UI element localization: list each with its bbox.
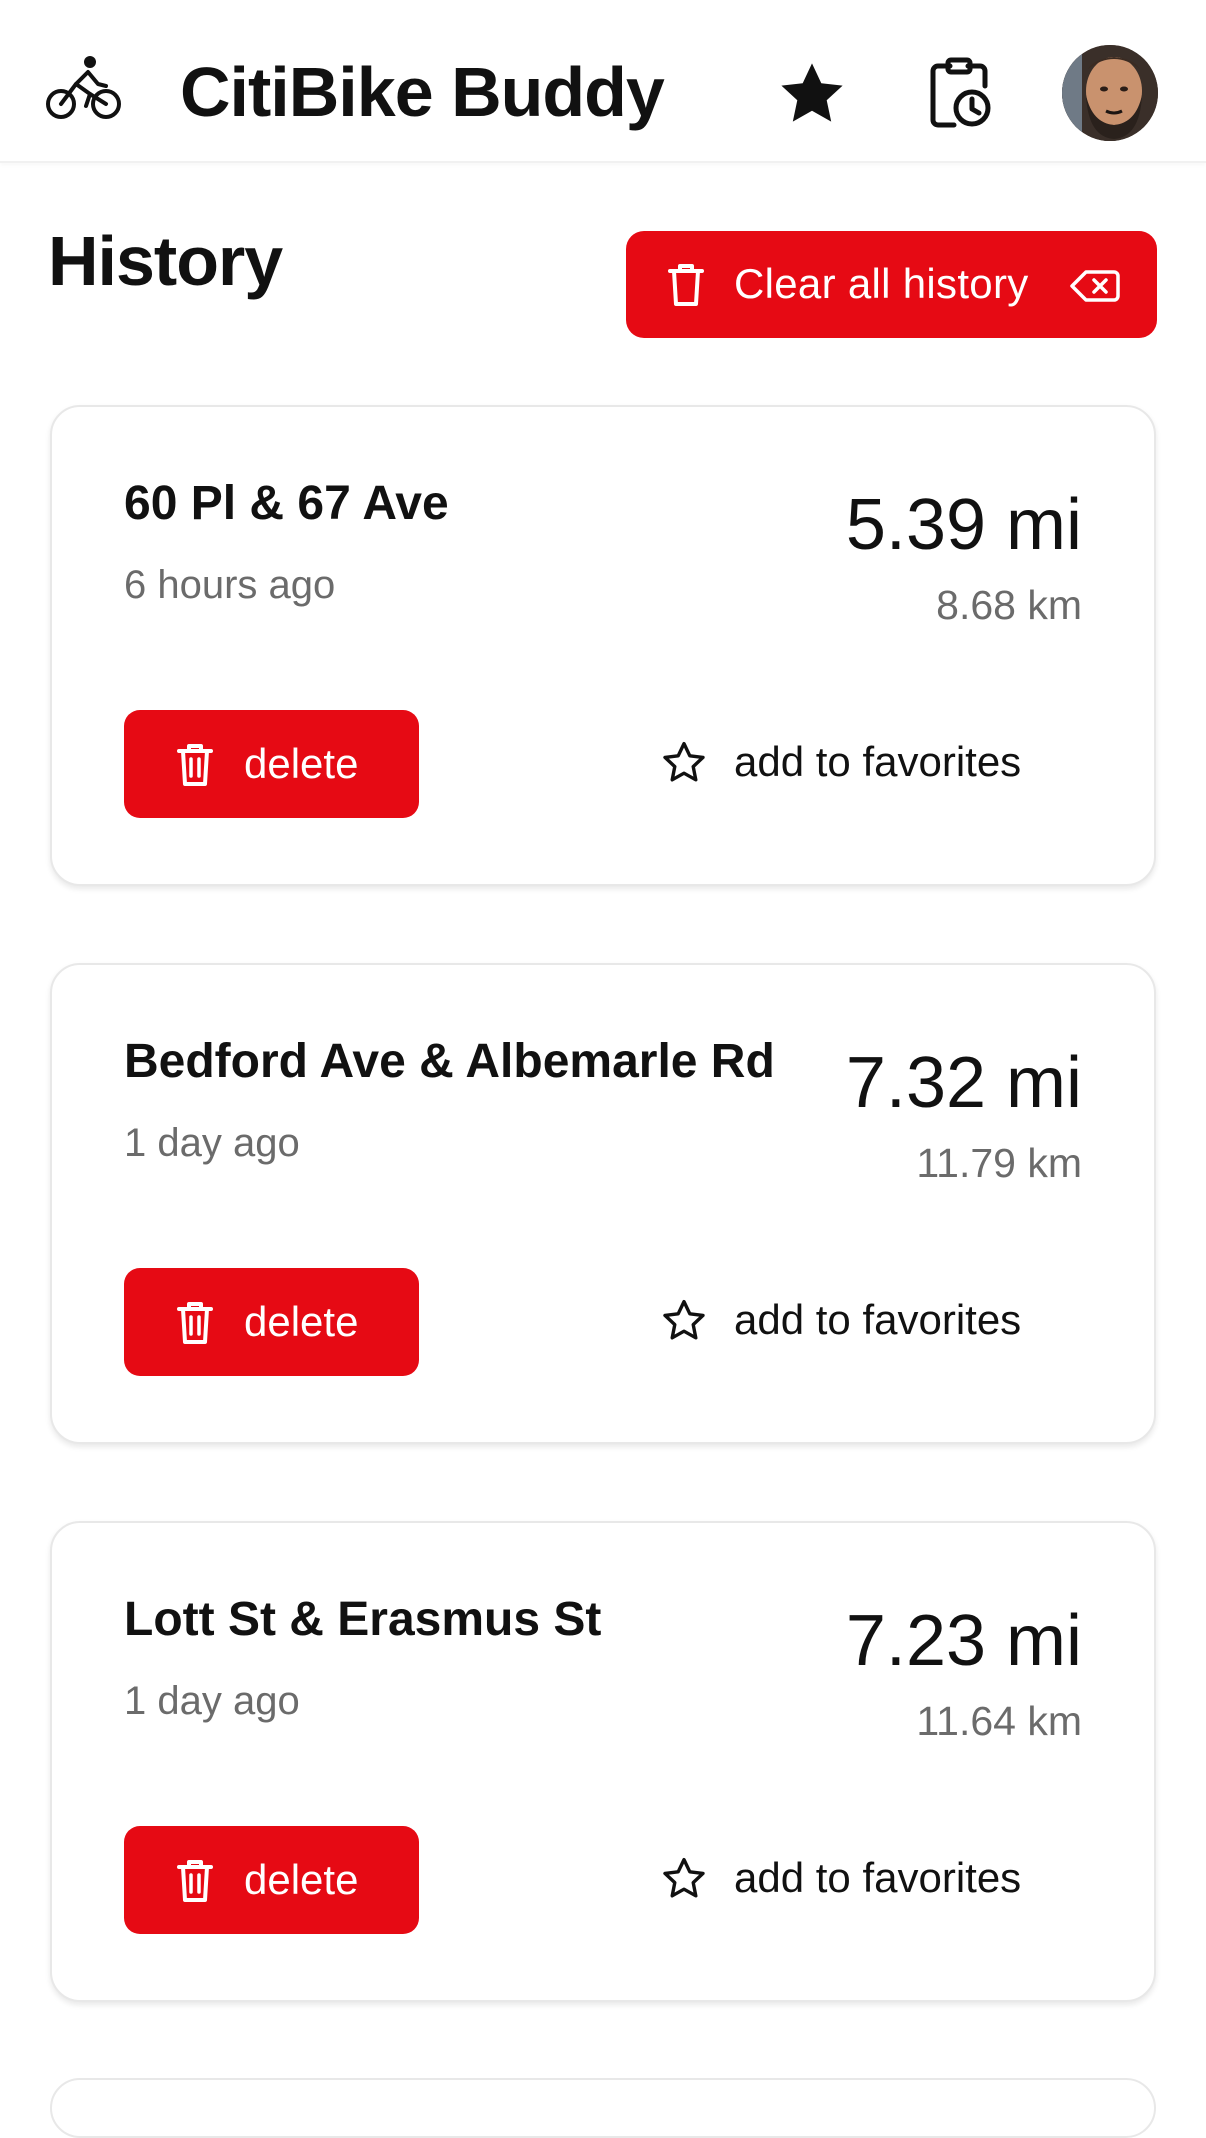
add-to-favorites-label: add to favorites [734,1854,1022,1901]
trash-icon [177,744,213,786]
station-name: 60 Pl & 67 Ave [124,477,449,530]
star-filled-icon[interactable] [776,58,848,130]
add-to-favorites-button[interactable]: add to favorites [660,1285,1060,1357]
distance-miles: 7.23 mi [845,1601,1082,1681]
trash-icon [668,264,704,306]
trip-time-ago: 1 day ago [124,1679,300,1723]
page-title: History [48,222,283,300]
trip-card: Lott St & Erasmus St 1 day ago 7.23 mi 1… [50,1521,1156,2002]
star-outline-icon [663,741,705,782]
add-to-favorites-label: add to favorites [734,1296,1022,1343]
bicycle-rider-icon[interactable] [46,54,122,126]
delete-label: delete [244,1856,359,1903]
trip-card: 60 Pl & 67 Ave 6 hours ago 5.39 mi 8.68 … [50,405,1156,886]
trash-icon [177,1860,213,1902]
distance-km: 11.64 km [916,1698,1082,1744]
top-nav-bar: CitiBike Buddy [0,0,1206,163]
station-name: Lott St & Erasmus St [124,1593,602,1646]
delete-button[interactable]: delete [124,1826,419,1934]
clipboard-clock-icon[interactable] [924,56,994,130]
star-outline-icon [663,1857,705,1898]
clear-all-history-label: Clear all history [734,260,1029,307]
distance-km: 8.68 km [936,582,1082,628]
delete-button[interactable]: delete [124,710,419,818]
add-to-favorites-button[interactable]: add to favorites [660,727,1060,799]
distance-km: 11.79 km [916,1140,1082,1186]
station-name: Bedford Ave & Albemarle Rd [124,1035,775,1088]
delete-label: delete [244,740,359,787]
app-title: CitiBike Buddy [180,53,665,131]
delete-button[interactable]: delete [124,1268,419,1376]
trip-card [50,2078,1156,2138]
user-avatar[interactable] [1062,45,1158,141]
distance-miles: 5.39 mi [845,485,1082,565]
trip-time-ago: 1 day ago [124,1121,300,1165]
avatar-photo [1062,45,1158,141]
star-outline-icon [663,1299,705,1340]
clear-all-history-button[interactable]: Clear all history [626,231,1157,338]
backspace-icon [1070,270,1120,302]
distance-miles: 7.32 mi [845,1043,1082,1123]
add-to-favorites-button[interactable]: add to favorites [660,1843,1060,1915]
trip-time-ago: 6 hours ago [124,563,336,607]
delete-label: delete [244,1298,359,1345]
add-to-favorites-label: add to favorites [734,738,1022,785]
trash-icon [177,1302,213,1344]
trip-card: Bedford Ave & Albemarle Rd 1 day ago 7.3… [50,963,1156,1444]
